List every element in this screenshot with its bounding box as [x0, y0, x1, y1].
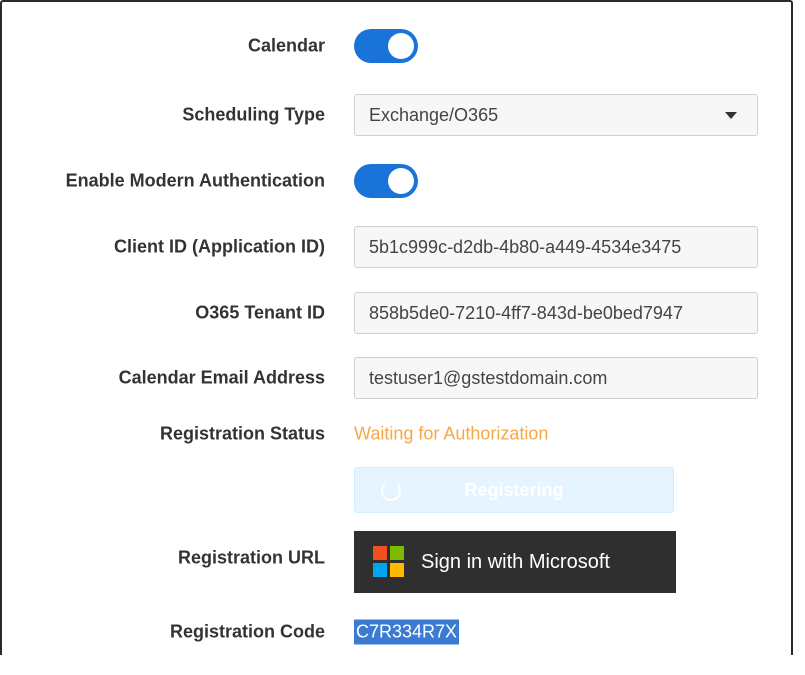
microsoft-logo-icon [373, 546, 404, 577]
scheduling-type-label: Scheduling Type [182, 104, 325, 125]
spinner-icon [381, 481, 401, 501]
registration-url-row: Registration URL Sign in with Microsoft [2, 531, 795, 593]
sign-in-microsoft-button[interactable]: Sign in with Microsoft [354, 531, 676, 593]
chevron-down-icon [725, 112, 737, 119]
registration-status-row: Registration Status Waiting for Authoriz… [2, 412, 795, 456]
settings-panel: Calendar Scheduling Type Exchange/O365 E… [0, 0, 793, 655]
registration-status-value: Waiting for Authorization [354, 423, 549, 444]
calendar-row: Calendar [2, 24, 795, 68]
registration-code-value[interactable]: C7R334R7X [354, 619, 460, 645]
client-id-label: Client ID (Application ID) [114, 236, 325, 257]
registering-button[interactable]: Registering [354, 467, 674, 513]
registering-row: Registering [2, 467, 795, 513]
modern-auth-row: Enable Modern Authentication [2, 159, 795, 203]
scheduling-type-row: Scheduling Type Exchange/O365 [2, 93, 795, 137]
calendar-toggle[interactable] [354, 29, 418, 63]
toggle-knob [388, 33, 414, 59]
client-id-row: Client ID (Application ID) 5b1c999c-d2db… [2, 225, 795, 269]
tenant-id-input[interactable]: 858b5de0-7210-4ff7-843d-be0bed7947 [354, 292, 758, 334]
email-input[interactable]: testuser1@gstestdomain.com [354, 357, 758, 399]
modern-auth-label: Enable Modern Authentication [65, 170, 325, 191]
registration-code-row: Registration Code C7R334R7X [2, 610, 795, 654]
toggle-knob [388, 168, 414, 194]
registration-status-label: Registration Status [159, 423, 325, 444]
calendar-label: Calendar [247, 35, 325, 56]
registration-code-label: Registration Code [169, 621, 325, 642]
scheduling-type-value: Exchange/O365 [369, 105, 499, 125]
sign-in-microsoft-label: Sign in with Microsoft [421, 551, 610, 573]
email-row: Calendar Email Address testuser1@gstestd… [2, 356, 795, 400]
tenant-id-label: O365 Tenant ID [195, 302, 325, 323]
email-label: Calendar Email Address [118, 367, 325, 388]
registering-button-label: Registering [464, 480, 564, 500]
tenant-id-row: O365 Tenant ID 858b5de0-7210-4ff7-843d-b… [2, 291, 795, 335]
registration-url-label: Registration URL [177, 547, 325, 568]
scheduling-type-select[interactable]: Exchange/O365 [354, 94, 758, 136]
modern-auth-toggle[interactable] [354, 164, 418, 198]
client-id-input[interactable]: 5b1c999c-d2db-4b80-a449-4534e3475 [354, 226, 758, 268]
